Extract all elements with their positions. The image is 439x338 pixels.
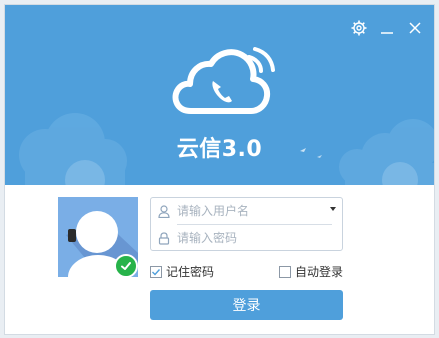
checkmark-icon (152, 268, 161, 276)
header-banner: 云信3.0 (5, 5, 434, 185)
gear-icon (351, 20, 367, 36)
credentials-box (150, 197, 343, 251)
user-icon (151, 204, 177, 218)
login-window: 云信3.0 请输入用户名 记住密码 自动登录 登录 (4, 4, 435, 335)
login-button[interactable]: 登录 (150, 290, 343, 320)
close-icon (409, 22, 421, 34)
lock-icon (151, 231, 177, 245)
options-row: 记住密码 自动登录 (150, 263, 343, 279)
online-status-badge (114, 254, 138, 278)
remember-password-box[interactable] (150, 265, 162, 278)
remember-password-label: 记住密码 (166, 265, 215, 279)
auto-login-checkbox[interactable]: 自动登录 (278, 263, 343, 280)
cloud-phone-logo-icon (172, 47, 275, 114)
username-dropdown-arrow[interactable] (330, 207, 336, 211)
check-icon (121, 262, 131, 270)
minimize-icon (381, 32, 393, 34)
settings-button[interactable] (350, 19, 368, 37)
minimize-button[interactable] (378, 19, 396, 37)
app-title: 云信3.0 (176, 137, 263, 162)
auto-login-box[interactable] (278, 265, 291, 278)
username-row (151, 198, 342, 224)
password-input[interactable] (177, 231, 317, 245)
username-input[interactable] (177, 204, 317, 218)
password-row (151, 225, 342, 251)
remember-password-checkbox[interactable]: 记住密码 (150, 263, 214, 280)
close-button[interactable] (406, 19, 424, 37)
auto-login-label: 自动登录 (294, 265, 343, 279)
